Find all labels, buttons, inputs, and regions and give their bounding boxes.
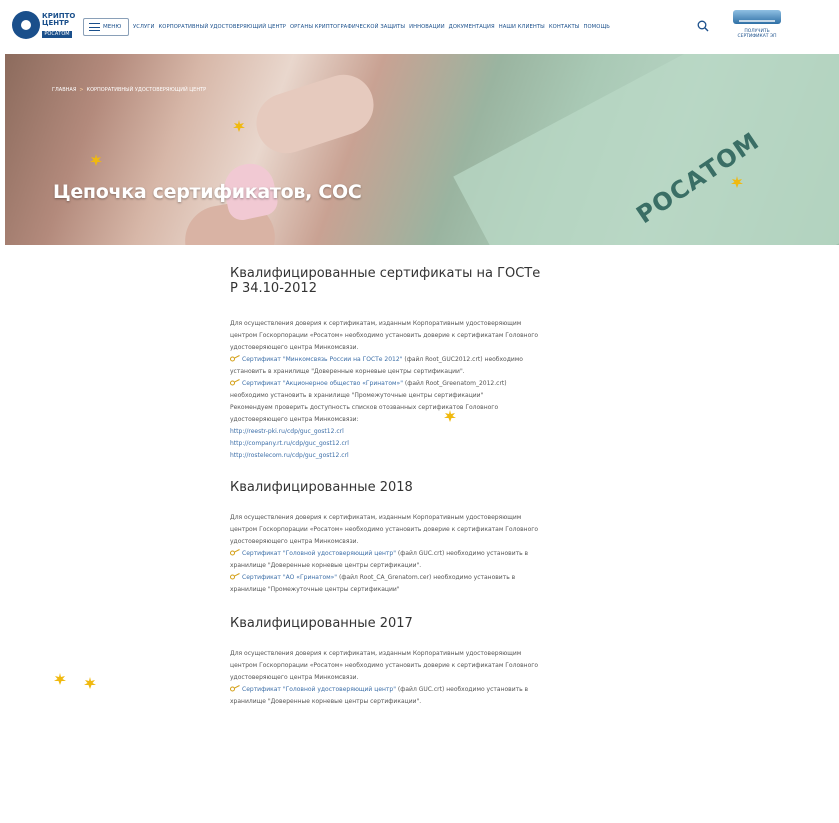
nav-item-clients[interactable]: НАШИ КЛИЕНТЫ: [499, 24, 545, 30]
nav-item-crypto-protection[interactable]: ОРГАНЫ КРИПТОГРАФИЧЕСКОЙ ЗАЩИТЫ: [290, 24, 405, 30]
key-icon: [230, 685, 240, 692]
nav-item-corporate-ca[interactable]: КОРПОРАТИВНЫЙ УДОСТОВЕРЯЮЩИЙ ЦЕНТР: [159, 24, 287, 30]
cert-desc: (файл GUC.crt) необходимо установить в: [396, 686, 529, 693]
intro-line: удостоверяющего центра Минкомсвязи.: [230, 344, 359, 351]
certificate-image: [733, 10, 781, 24]
certificate-badge-text: ПОЛУЧИТЬ СЕРТИФИКАТ ЭП: [731, 29, 783, 39]
cert-desc: (файл Root_Greenatom_2012.crt): [402, 380, 507, 387]
nav-item-help[interactable]: ПОМОЩЬ: [584, 24, 610, 30]
logo-subtext: РОСАТОМ: [42, 31, 72, 38]
intro-line: Для осуществления доверия к сертификатам…: [230, 650, 522, 657]
section-outro: Рекомендуем проверить доступность списко…: [230, 402, 630, 426]
maple-leaf-icon: [54, 673, 66, 685]
cert-desc-line2: хранилище "Промежуточные центры сертифик…: [230, 586, 400, 593]
badge-bottom-text: СЕРТИФИКАТ ЭП: [737, 34, 777, 39]
cert-desc: (файл Root_GUC2012.crt) необходимо: [402, 356, 523, 363]
nav-item-contacts[interactable]: КОНТАКТЫ: [549, 24, 580, 30]
banner-photo-finger: [248, 66, 382, 162]
cert-link[interactable]: Сертификат "АО «Гринатом»": [242, 574, 337, 581]
cert-desc-line2: хранилище "Доверенные корневые центры се…: [230, 698, 422, 705]
nav-item-documentation[interactable]: ДОКУМЕНТАЦИЯ: [449, 24, 495, 30]
maple-leaf-icon: [90, 154, 102, 166]
intro-line: удостоверяющего центра Минкомсвязи.: [230, 674, 359, 681]
key-icon: [230, 355, 240, 362]
key-icon: [230, 379, 240, 386]
section-title: Квалифицированные сертификаты на ГОСТе Р…: [230, 266, 630, 296]
section-title-line1: Квалифицированные сертификаты на ГОСТе: [230, 266, 541, 281]
logo-text: КРИПТО ЦЕНТР: [42, 12, 76, 27]
maple-leaf-icon: [233, 120, 245, 132]
cert-item: Сертификат "Минкомсвязь России на ГОСТе …: [230, 354, 630, 378]
breadcrumb-corporate-ca[interactable]: КОРПОРАТИВНЫЙ УДОСТОВЕРЯЮЩИЙ ЦЕНТР: [87, 87, 207, 93]
outro-line: Рекомендуем проверить доступность списко…: [230, 404, 499, 411]
main-nav: УСЛУГИ КОРПОРАТИВНЫЙ УДОСТОВЕРЯЮЩИЙ ЦЕНТ…: [133, 24, 610, 30]
intro-line: Для осуществления доверия к сертификатам…: [230, 514, 522, 521]
kriptocenter-logo[interactable]: КРИПТО ЦЕНТР РОСАТОМ: [12, 9, 78, 42]
section-intro: Для осуществления доверия к сертификатам…: [230, 318, 630, 354]
maple-leaf-icon: [84, 677, 96, 689]
section-gost-2012: Квалифицированные сертификаты на ГОСТе Р…: [230, 266, 630, 462]
main-content: Квалифицированные сертификаты на ГОСТе Р…: [230, 266, 630, 708]
nav-item-innovations[interactable]: ИННОВАЦИИ: [409, 24, 445, 30]
intro-line: центром Госкорпорации «Росатом» необходи…: [230, 526, 539, 533]
site-header: КРИПТО ЦЕНТР РОСАТОМ МЕНЮ УСЛУГИ КОРПОРА…: [0, 0, 839, 52]
intro-line: Для осуществления доверия к сертификатам…: [230, 320, 522, 327]
section-title: Квалифицированные 2018: [230, 480, 413, 495]
cert-item: Сертификат "Головной удостоверяющий цент…: [230, 548, 630, 572]
cert-link[interactable]: Сертификат "Головной удостоверяющий цент…: [242, 686, 396, 693]
cert-desc-line2: хранилище "Доверенные корневые центры се…: [230, 562, 422, 569]
cert-desc-line2: необходимо установить в хранилище "Проме…: [230, 392, 484, 399]
key-icon: [230, 573, 240, 580]
section-intro: Для осуществления доверия к сертификатам…: [230, 512, 630, 548]
crl-link[interactable]: http://rostelecom.ru/cdp/guc_gost12.crl: [230, 450, 630, 462]
intro-line: центром Госкорпорации «Росатом» необходи…: [230, 332, 539, 339]
cert-desc: (файл GUC.crt) необходимо установить в: [396, 550, 529, 557]
get-certificate-badge[interactable]: ПОЛУЧИТЬ СЕРТИФИКАТ ЭП: [731, 8, 783, 40]
cert-item: Сертификат "АО «Гринатом»" (файл Root_CA…: [230, 572, 630, 596]
breadcrumb: ГЛАВНАЯ > КОРПОРАТИВНЫЙ УДОСТОВЕРЯЮЩИЙ Ц…: [52, 87, 206, 93]
breadcrumb-separator: >: [79, 87, 84, 93]
section-title: Квалифицированные 2017: [230, 616, 413, 631]
hero-banner: РОСАТОМ ГЛАВНАЯ > КОРПОРАТИВНЫЙ УДОСТОВЕ…: [5, 54, 839, 245]
breadcrumb-home[interactable]: ГЛАВНАЯ: [52, 87, 76, 93]
nav-item-services[interactable]: УСЛУГИ: [133, 24, 155, 30]
cert-link[interactable]: Сертификат "Минкомсвязь России на ГОСТе …: [242, 356, 402, 363]
cert-desc: (файл Root_CA_Grenatom.cer) необходимо у…: [337, 574, 516, 581]
cert-item: Сертификат "Головной удостоверяющий цент…: [230, 684, 630, 708]
hamburger-icon: [89, 23, 100, 31]
outro-line: удостоверяющего центра Минкомсвязи:: [230, 416, 359, 423]
crl-links: http://reestr-pki.ru/cdp/guc_gost12.crl …: [230, 426, 630, 462]
cert-desc-line2: установить в хранилище "Доверенные корне…: [230, 368, 465, 375]
search-icon[interactable]: [697, 20, 709, 32]
menu-button[interactable]: МЕНЮ: [83, 18, 129, 36]
cert-link[interactable]: Сертификат "Акционерное общество «Гринат…: [242, 380, 403, 387]
section-2018: Квалифицированные 2018 Для осуществления…: [230, 480, 630, 596]
section-title-line2: Р 34.10-2012: [230, 281, 317, 296]
section-2017: Квалифицированные 2017 Для осуществления…: [230, 616, 630, 708]
page-title: Цепочка сертификатов, СОС: [53, 181, 362, 203]
logo-emblem: [12, 11, 40, 39]
key-icon: [230, 549, 240, 556]
cert-link[interactable]: Сертификат "Головной удостоверяющий цент…: [242, 550, 396, 557]
crl-link[interactable]: http://company.rt.ru/cdp/guc_gost12.crl: [230, 438, 630, 450]
menu-label: МЕНЮ: [103, 24, 122, 30]
intro-line: удостоверяющего центра Минкомсвязи.: [230, 538, 359, 545]
crl-link[interactable]: http://reestr-pki.ru/cdp/guc_gost12.crl: [230, 426, 630, 438]
intro-line: центром Госкорпорации «Росатом» необходи…: [230, 662, 539, 669]
cert-item: Сертификат "Акционерное общество «Гринат…: [230, 378, 630, 402]
maple-leaf-icon: [731, 176, 743, 188]
section-intro: Для осуществления доверия к сертификатам…: [230, 648, 630, 684]
